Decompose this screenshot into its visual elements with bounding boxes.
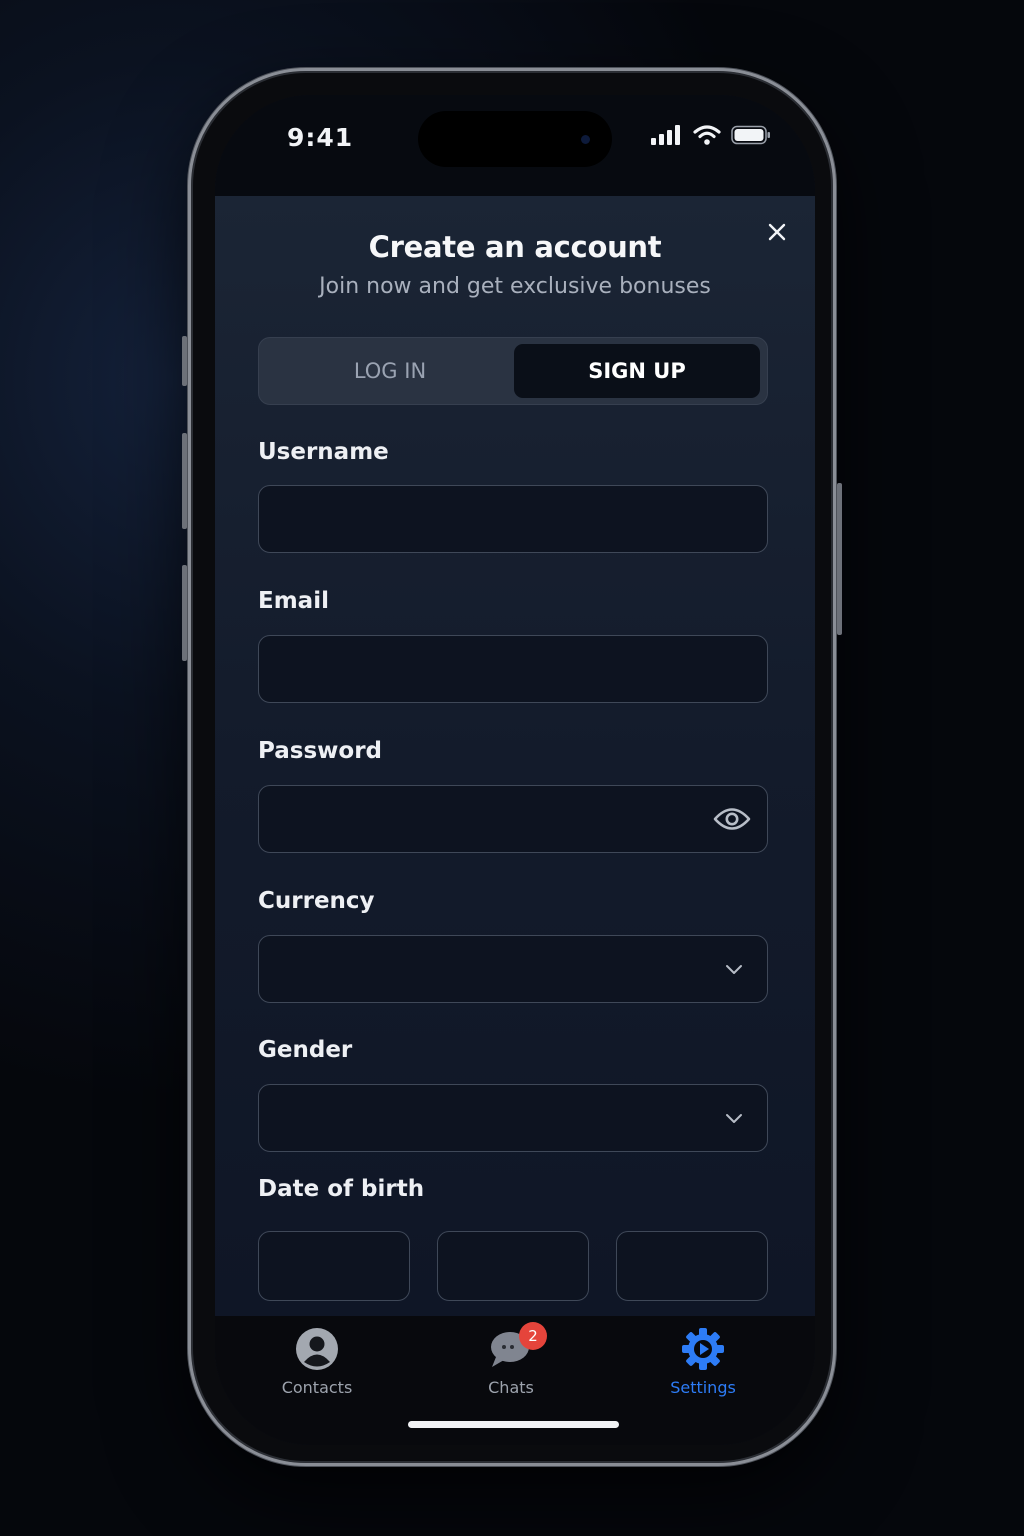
tab-bar-chats[interactable]: 2 Chats — [451, 1322, 571, 1397]
currency-select[interactable] — [258, 935, 768, 1003]
tab-bar-label: Chats — [488, 1378, 534, 1397]
email-label: Email — [258, 588, 329, 614]
tab-bar-settings[interactable]: Settings — [643, 1326, 763, 1397]
username-field-box — [258, 485, 768, 553]
tab-bar-contacts[interactable]: Contacts — [257, 1326, 377, 1397]
currency-label: Currency — [258, 888, 375, 914]
silent-switch — [182, 336, 187, 386]
unread-badge: 2 — [519, 1322, 547, 1350]
person-icon — [296, 1328, 338, 1370]
wifi-icon — [693, 125, 721, 145]
gear-icon — [682, 1328, 724, 1370]
power-button — [837, 483, 842, 635]
dob-year-field[interactable] — [616, 1231, 768, 1301]
eye-icon — [713, 808, 751, 830]
gender-dropdown-toggle[interactable] — [725, 1112, 743, 1124]
dob-day-field[interactable] — [258, 1231, 410, 1301]
dynamic-island — [418, 111, 612, 167]
email-field-box — [258, 635, 768, 703]
status-icons — [651, 123, 771, 147]
volume-down-button — [182, 565, 187, 661]
signal-icon — [651, 125, 680, 145]
dob-label: Date of birth — [258, 1176, 425, 1202]
home-indicator — [408, 1421, 619, 1428]
toggle-password-visibility[interactable] — [713, 806, 751, 832]
bottom-tab-bar: Contacts 2 Chats Settings — [215, 1316, 815, 1445]
volume-up-button — [182, 433, 187, 529]
tab-bar-label: Contacts — [281, 1378, 353, 1397]
email-input[interactable] — [259, 636, 767, 702]
username-input[interactable] — [259, 486, 767, 552]
tab-bar-label: Settings — [670, 1378, 736, 1397]
chevron-down-icon — [726, 1114, 742, 1123]
gender-select[interactable] — [258, 1084, 768, 1152]
password-input[interactable] — [259, 786, 767, 852]
phone-frame: 9:41 Create an account Join now and get … — [182, 68, 842, 1466]
tab-log-in[interactable]: LOG IN — [267, 344, 513, 398]
currency-dropdown-toggle[interactable] — [725, 963, 743, 975]
tab-sign-up[interactable]: SIGN UP — [514, 344, 760, 398]
screen: 9:41 Create an account Join now and get … — [215, 95, 815, 1445]
page-subtitle: Join now and get exclusive bonuses — [319, 274, 711, 299]
chevron-down-icon — [726, 965, 742, 974]
camera-dot — [581, 135, 590, 144]
status-bar: 9:41 — [215, 95, 815, 196]
page-title: Create an account — [368, 230, 662, 264]
dob-month-field[interactable] — [437, 1231, 589, 1301]
password-field-box — [258, 785, 768, 853]
signup-sheet: Create an account Join now and get exclu… — [215, 196, 815, 1316]
username-label: Username — [258, 439, 389, 465]
password-label: Password — [258, 738, 382, 764]
auth-tabs: LOG IN SIGN UP — [258, 337, 768, 405]
status-time: 9:41 — [287, 123, 354, 152]
battery-icon — [731, 125, 770, 145]
gender-label: Gender — [258, 1037, 353, 1063]
